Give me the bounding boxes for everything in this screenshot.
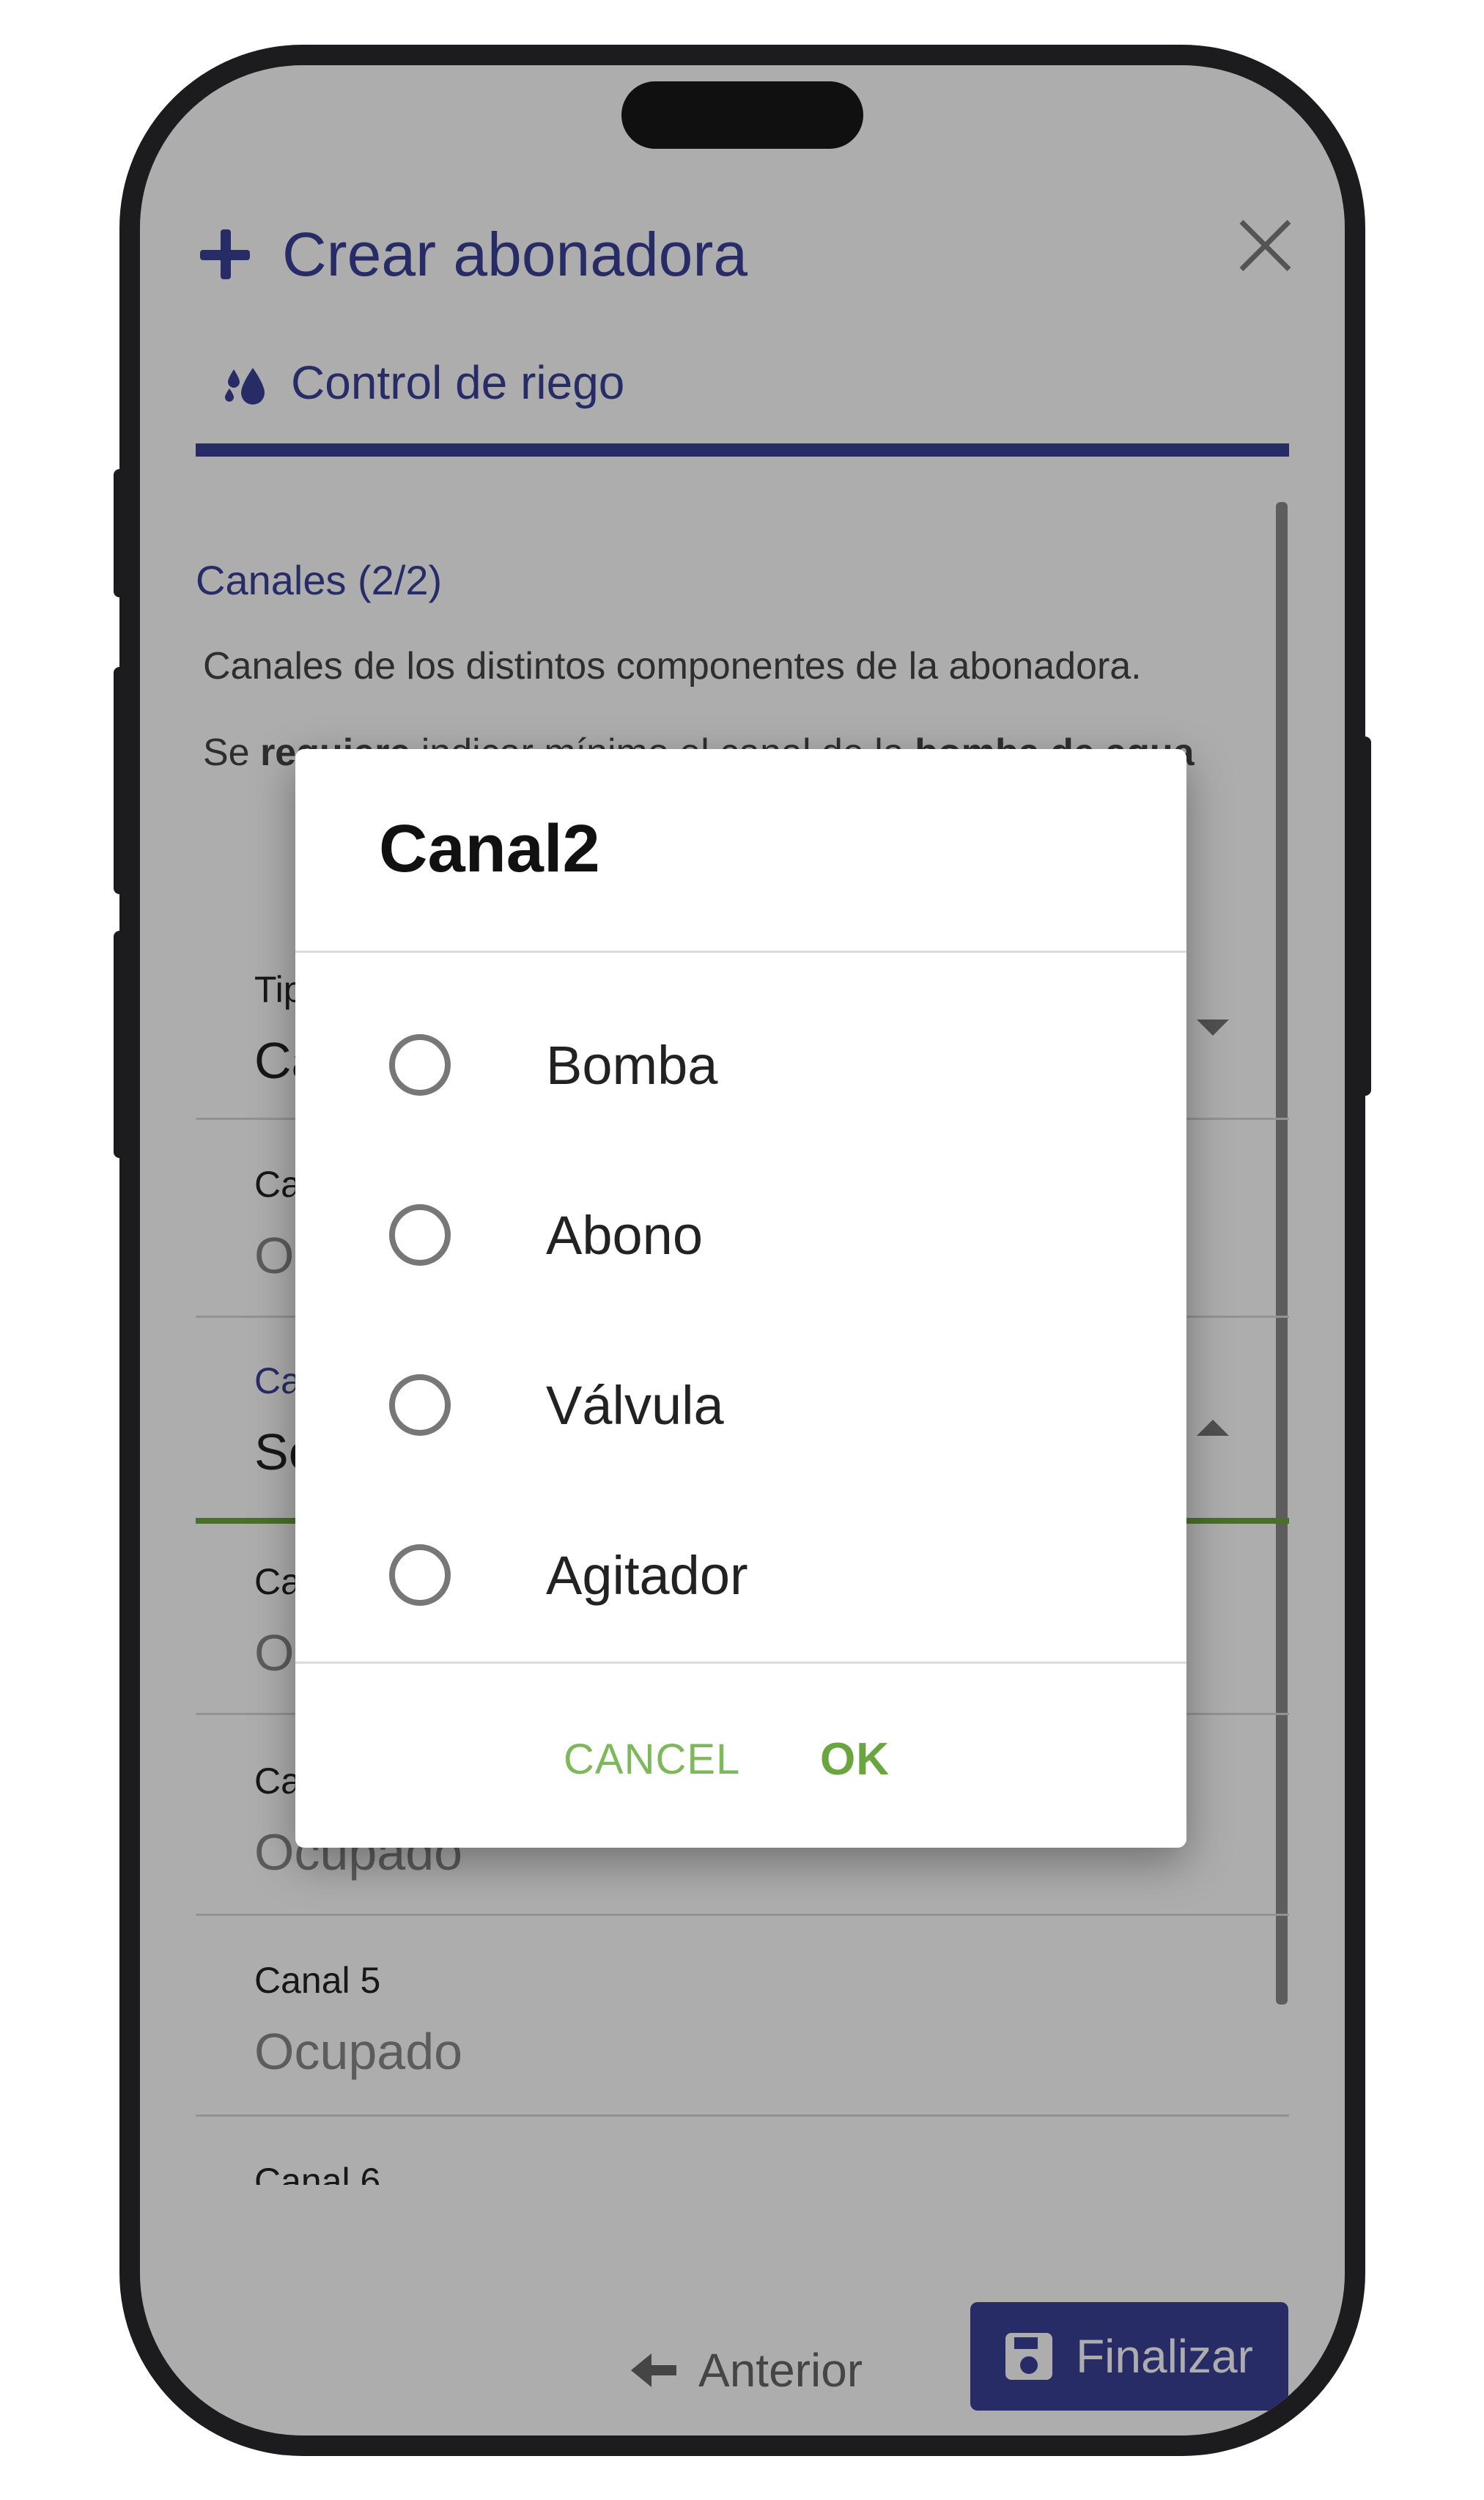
option-label: Agitador bbox=[546, 1544, 748, 1606]
power-button bbox=[1356, 737, 1371, 1096]
option-label: Abono bbox=[546, 1204, 703, 1266]
radio-icon[interactable] bbox=[389, 1034, 451, 1096]
mute-switch bbox=[114, 469, 128, 597]
volume-down-button bbox=[114, 931, 128, 1158]
dialog-divider-top bbox=[295, 951, 1186, 953]
cancel-button[interactable]: CANCEL bbox=[564, 1735, 740, 1784]
option-valvula[interactable]: Válvula bbox=[295, 1321, 1186, 1489]
option-label: Bomba bbox=[546, 1034, 718, 1096]
radio-icon[interactable] bbox=[389, 1374, 451, 1436]
option-agitador[interactable]: Agitador bbox=[295, 1491, 1186, 1659]
volume-up-button bbox=[114, 667, 128, 894]
dynamic-island bbox=[621, 81, 863, 149]
option-bomba[interactable]: Bomba bbox=[295, 981, 1186, 1149]
dialog-divider-bottom bbox=[295, 1662, 1186, 1664]
option-abono[interactable]: Abono bbox=[295, 1151, 1186, 1319]
dialog-title: Canal2 bbox=[379, 811, 600, 886]
radio-icon[interactable] bbox=[389, 1204, 451, 1266]
screen: Crear abonadora Control de riego Canales… bbox=[140, 65, 1345, 2436]
radio-icon[interactable] bbox=[389, 1544, 451, 1606]
ok-button[interactable]: OK bbox=[820, 1733, 890, 1785]
channel-type-dialog: Canal2 Bomba Abono Válvula Agitador CANC… bbox=[295, 749, 1186, 1848]
option-label: Válvula bbox=[546, 1374, 724, 1436]
